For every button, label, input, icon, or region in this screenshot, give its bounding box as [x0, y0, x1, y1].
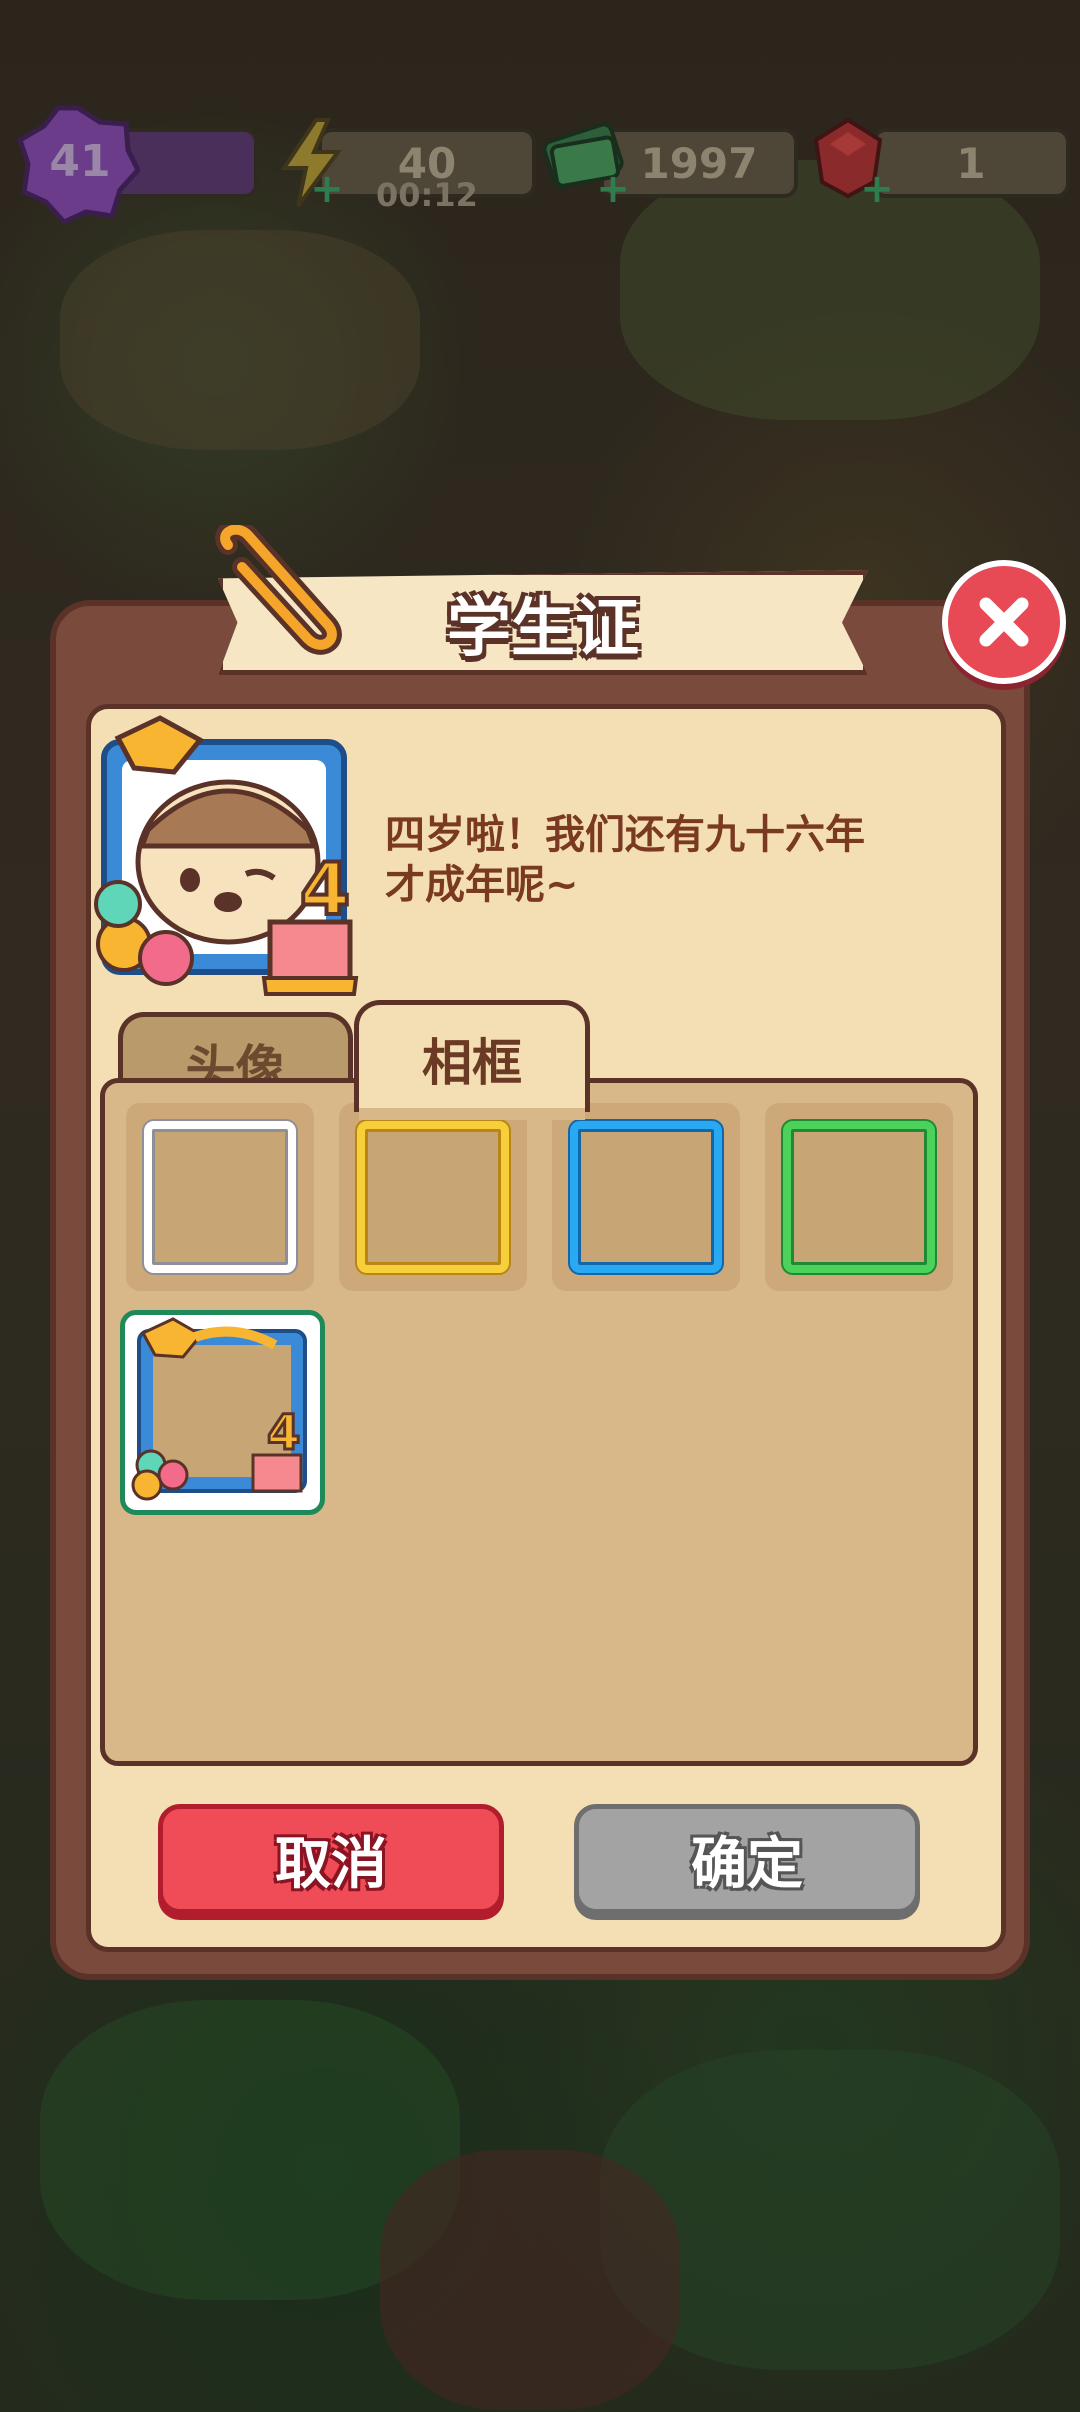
frame-gold-preview: [357, 1121, 509, 1273]
avatar-preview: 4: [94, 715, 359, 996]
gem-plus-icon[interactable]: +: [860, 169, 894, 209]
gem-value: 1: [956, 138, 986, 188]
tab-frame[interactable]: 相框: [354, 1000, 590, 1120]
dialog-title: 学生证: [447, 591, 639, 666]
cancel-button[interactable]: 取消: [158, 1804, 504, 1914]
gem-counter[interactable]: 1: [872, 128, 1070, 198]
paperclip-icon: [215, 525, 342, 655]
description-line-1: 四岁啦！我们还有九十六年: [385, 812, 865, 858]
frame-option-blue[interactable]: [552, 1103, 740, 1291]
avatar-description: 四岁啦！我们还有九十六年 才成年呢~: [385, 810, 945, 910]
frame-option-gold[interactable]: [339, 1103, 527, 1291]
cash-value: 1997: [640, 138, 758, 188]
birthday-frame-preview: 4: [131, 1317, 307, 1501]
close-button[interactable]: [942, 560, 1066, 684]
tab-frame-label: 相框: [422, 1033, 522, 1092]
frame-option-white[interactable]: [126, 1103, 314, 1291]
level-value: 41: [49, 136, 111, 187]
frame-blue-preview: [570, 1121, 722, 1273]
svg-text:4: 4: [267, 1405, 300, 1461]
confirm-button-label: 确定: [691, 1831, 803, 1897]
frame-option-green[interactable]: [765, 1103, 953, 1291]
description-line-2: 才成年呢~: [385, 862, 579, 908]
frame-white-preview: [144, 1121, 296, 1273]
frame-option-birthday-selected[interactable]: 4: [120, 1310, 325, 1515]
energy-plus-icon[interactable]: +: [310, 169, 344, 209]
svg-text:4: 4: [300, 847, 350, 931]
cash-plus-icon[interactable]: +: [596, 169, 630, 209]
confirm-button[interactable]: 确定: [574, 1804, 920, 1914]
energy-timer: 00:12: [376, 176, 478, 214]
close-icon: [979, 597, 1029, 647]
frame-green-preview: [783, 1121, 935, 1273]
cancel-button-label: 取消: [275, 1831, 387, 1897]
